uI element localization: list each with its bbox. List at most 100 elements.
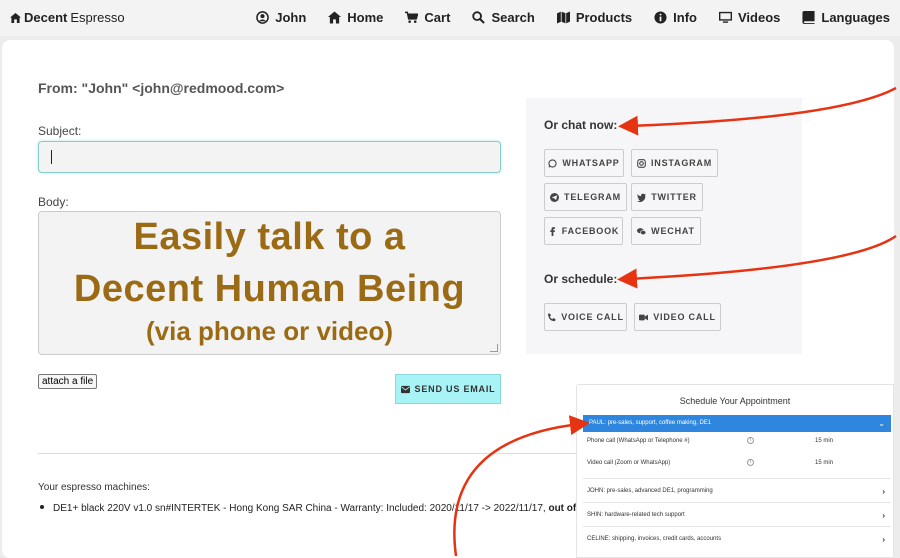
- phone-icon: [548, 313, 556, 321]
- instagram-icon: [637, 158, 646, 168]
- facebook-label: FACEBOOK: [561, 226, 620, 236]
- envelope-icon: [400, 385, 410, 393]
- nav-languages[interactable]: Languages: [802, 10, 890, 25]
- nav-products[interactable]: Products: [556, 10, 633, 25]
- chevron-right-icon: ›: [882, 535, 885, 544]
- row-divider: [583, 478, 891, 479]
- twitter-label: TWITTER: [651, 192, 697, 202]
- telegram-label: TELEGRAM: [564, 192, 621, 202]
- instagram-button[interactable]: INSTAGRAM: [631, 149, 718, 177]
- person-john-label: JOHN: pre-sales, advanced DE1, programmi…: [587, 488, 713, 494]
- info-icon: [654, 11, 667, 24]
- body-textarea[interactable]: Easily talk to a Decent Human Being (via…: [38, 211, 501, 355]
- send-email-button[interactable]: SEND US EMAIL: [395, 374, 501, 404]
- text-caret: [51, 150, 52, 164]
- schedule-person-shin[interactable]: SHIN: hardware-related tech support ›: [587, 511, 885, 520]
- whatsapp-button[interactable]: WHATSAPP: [544, 149, 624, 177]
- brand-name-light: Espresso: [70, 10, 125, 25]
- nav-languages-label: Languages: [821, 10, 890, 25]
- brand-name-bold: Decent: [24, 10, 68, 25]
- twitter-button[interactable]: TWITTER: [631, 183, 703, 211]
- video-call-label: VIDEO CALL: [653, 312, 716, 322]
- monitor-icon: [718, 11, 732, 23]
- headline-line-2: Decent Human Being: [73, 268, 466, 310]
- voice-call-label: VOICE CALL: [561, 312, 624, 322]
- telegram-button[interactable]: TELEGRAM: [544, 183, 627, 211]
- attach-file-button[interactable]: attach a file: [38, 374, 98, 389]
- subject-input[interactable]: [38, 141, 501, 173]
- nav-home-label: Home: [347, 10, 384, 25]
- person-celine-label: CELINE: shipping, invoices, credit cards…: [587, 536, 722, 542]
- bullet-icon: [40, 505, 44, 509]
- row-divider: [583, 502, 891, 503]
- schedule-option-phone[interactable]: Phone call (WhatsApp or Telephone #) i 1…: [587, 437, 885, 444]
- from-line: From: "John" <john@redmood.com>: [38, 80, 285, 96]
- nav-account-label: John: [275, 10, 307, 25]
- brand-logo[interactable]: Decent Espresso: [10, 10, 125, 25]
- chevron-down-icon: ⌄: [878, 419, 885, 428]
- wechat-button[interactable]: WECHAT: [631, 217, 701, 245]
- main-nav: John Home Cart Search Products Info Vide…: [256, 10, 890, 25]
- machines-title: Your espresso machines:: [38, 482, 150, 493]
- telegram-icon: [550, 192, 560, 202]
- nav-products-label: Products: [575, 10, 633, 25]
- facebook-icon: [550, 226, 555, 236]
- option-phone-duration: 15 min: [815, 438, 834, 444]
- twitter-icon: [637, 193, 647, 202]
- whatsapp-icon: [548, 158, 558, 168]
- headline-line-1: Easily talk to a: [133, 216, 406, 258]
- body-label: Body:: [38, 195, 69, 209]
- video-camera-icon: [639, 314, 649, 320]
- wechat-icon: [637, 227, 647, 235]
- schedule-title: Schedule Your Appointment: [679, 396, 791, 406]
- search-icon: [472, 11, 486, 24]
- option-phone-label: Phone call (WhatsApp or Telephone #): [587, 438, 690, 444]
- nav-videos-label: Videos: [737, 10, 781, 25]
- video-call-button[interactable]: VIDEO CALL: [634, 303, 721, 331]
- schedule-option-video[interactable]: Video call (Zoom or WhatsApp) i 15 min: [587, 459, 885, 466]
- whatsapp-label: WHATSAPP: [562, 158, 620, 168]
- schedule-person-celine[interactable]: CELINE: shipping, invoices, credit cards…: [587, 535, 885, 544]
- send-email-label: SEND US EMAIL: [414, 384, 496, 394]
- resize-grip-icon[interactable]: [490, 344, 498, 352]
- nav-home[interactable]: Home: [328, 10, 383, 25]
- nav-search[interactable]: Search: [472, 10, 535, 25]
- nav-cart-label: Cart: [424, 10, 451, 25]
- nav-account[interactable]: John: [256, 10, 306, 25]
- nav-cart[interactable]: Cart: [405, 10, 450, 25]
- person-shin-label: SHIN: hardware-related tech support: [587, 512, 685, 518]
- subject-label: Subject:: [38, 124, 82, 138]
- info-icon[interactable]: i: [747, 437, 754, 444]
- nav-info-label: Info: [673, 10, 697, 25]
- voice-call-button[interactable]: VOICE CALL: [544, 303, 627, 331]
- chat-heading: Or chat now:: [544, 118, 618, 132]
- chevron-right-icon: ›: [882, 487, 885, 496]
- info-icon[interactable]: i: [747, 459, 754, 466]
- schedule-selected-person[interactable]: PAUL: pre-sales, support, coffee making,…: [583, 415, 891, 432]
- chat-panel: Or chat now: WHATSAPP INSTAGRAM TELEGRAM…: [526, 98, 802, 354]
- option-video-label: Video call (Zoom or WhatsApp): [587, 460, 671, 466]
- home-icon: [328, 11, 342, 24]
- instagram-label: INSTAGRAM: [650, 158, 713, 168]
- schedule-person-john[interactable]: JOHN: pre-sales, advanced DE1, programmi…: [587, 487, 885, 496]
- wechat-label: WECHAT: [651, 226, 695, 236]
- machine-list-item: DE1+ black 220V v1.0 sn#INTERTEK - Hong …: [40, 503, 612, 514]
- selected-person-label: PAUL: pre-sales, support, coffee making,…: [589, 420, 712, 426]
- cart-icon: [405, 11, 419, 23]
- section-divider: [38, 453, 598, 454]
- schedule-heading: Or schedule:: [544, 272, 618, 286]
- option-video-duration: 15 min: [815, 460, 834, 466]
- book-icon: [802, 11, 815, 24]
- home-icon: [10, 12, 21, 23]
- chevron-right-icon: ›: [882, 511, 885, 520]
- schedule-appointment-panel: Schedule Your Appointment PAUL: pre-sale…: [576, 384, 894, 558]
- facebook-button[interactable]: FACEBOOK: [544, 217, 623, 245]
- row-divider: [583, 526, 891, 527]
- machine-text: DE1+ black 220V v1.0 sn#INTERTEK - Hong …: [53, 503, 549, 514]
- top-nav-bar: Decent Espresso John Home Cart Search Pr…: [0, 0, 900, 36]
- map-icon: [556, 11, 570, 24]
- nav-search-label: Search: [491, 10, 535, 25]
- nav-info[interactable]: Info: [654, 10, 697, 25]
- headline-line-3: (via phone or video): [145, 316, 394, 346]
- nav-videos[interactable]: Videos: [718, 10, 781, 25]
